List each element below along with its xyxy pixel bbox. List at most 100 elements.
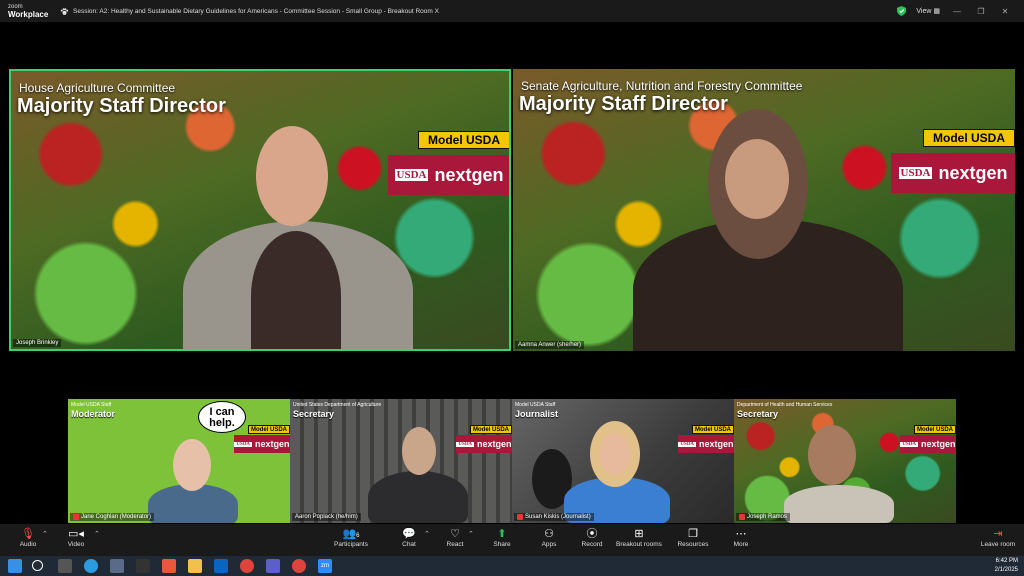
participant-name-text: Joseph Ramos <box>747 514 788 520</box>
task-view-icon[interactable] <box>58 559 72 573</box>
participant-name-text: Aaron Poplack (he/him) <box>295 514 358 520</box>
tile-caption-big: Majority Staff Director <box>519 93 728 115</box>
chrome-icon[interactable] <box>240 559 254 573</box>
audio-button[interactable]: 🎙 Audio <box>14 527 42 548</box>
participants-label: Participants <box>334 541 368 548</box>
usda-logo: USDA <box>456 441 475 447</box>
participants-button[interactable]: 👥6 Participants <box>330 527 372 548</box>
usda-nextgen-badge: USDA nextgen <box>678 435 734 453</box>
leave-room-button[interactable]: ⇥ Leave room <box>978 527 1018 548</box>
record-button[interactable]: ⦿ Record <box>578 527 606 548</box>
person-body <box>784 485 894 523</box>
heart-icon: ♡ <box>450 528 460 540</box>
breakout-rooms-icon: ⊞ <box>634 528 644 540</box>
meeting-toolbar: 🎙 Audio ⌃ ▭◂ Video ⌃ 👥6 Participants 💬 Chat … <box>0 524 1024 556</box>
person-head <box>600 433 630 475</box>
tile-subtitle: Model USDA Staff <box>515 402 556 408</box>
view-button[interactable]: View ▦ <box>916 7 940 15</box>
grid-icon: ▦ <box>933 8 940 15</box>
usda-nextgen-badge: USDA nextgen <box>456 435 512 453</box>
mail-icon[interactable] <box>136 559 150 573</box>
title-bar-controls: View ▦ — ❐ ✕ <box>897 0 1024 22</box>
breakout-label: Breakout rooms <box>616 541 662 548</box>
encryption-shield-icon[interactable] <box>897 6 907 16</box>
usda-logo: USDA <box>898 167 933 179</box>
apps-icon: ⚇ <box>544 528 554 540</box>
nextgen-logo: nextgen <box>699 439 734 449</box>
title-bar: zoom Workplace Session: A2: Healthy and … <box>0 0 1024 22</box>
video-label: Video <box>67 541 85 548</box>
video-tile-joseph-brinkley[interactable]: House Agriculture Committee Majority Sta… <box>9 69 511 351</box>
teams-icon[interactable] <box>266 559 280 573</box>
maximize-button[interactable]: ❐ <box>974 7 988 16</box>
audio-options-chevron-icon[interactable]: ⌃ <box>42 530 48 538</box>
windows-start-icon[interactable] <box>8 559 22 573</box>
mic-muted-icon: 🎙 <box>21 528 35 540</box>
video-tile-aamna-anwer[interactable]: Senate Agriculture, Nutrition and Forest… <box>513 69 1015 351</box>
session-title: Session: A2: Healthy and Sustainable Die… <box>73 7 439 15</box>
model-usda-badge: Model USDA <box>914 425 956 434</box>
search-icon[interactable] <box>32 560 43 571</box>
model-usda-badge: Model USDA <box>418 131 509 149</box>
app-icon[interactable] <box>162 559 176 573</box>
react-button[interactable]: ♡ React <box>442 527 468 548</box>
close-button[interactable]: ✕ <box>998 7 1012 16</box>
clock-time: 6:42 PM <box>995 558 1018 564</box>
person-head <box>173 439 211 491</box>
brand-line2: Workplace <box>8 10 49 19</box>
meeting-stage: House Agriculture Committee Majority Sta… <box>0 22 1024 524</box>
file-explorer-icon[interactable] <box>188 559 202 573</box>
apps-button[interactable]: ⚇ Apps <box>536 527 562 548</box>
share-screen-icon: ⬆ <box>497 528 507 540</box>
store-icon[interactable] <box>110 559 124 573</box>
tile-role: Secretary <box>293 409 335 419</box>
react-label: React <box>446 541 464 548</box>
participant-name-text: Susan Kiskis (Journalist) <box>525 514 591 520</box>
zoom-taskbar-icon[interactable]: zm <box>318 559 332 573</box>
outlook-icon[interactable] <box>214 559 228 573</box>
nextgen-logo: nextgen <box>938 162 1008 183</box>
tile-subtitle: United States Department of Agriculture <box>293 402 382 408</box>
breakout-rooms-button[interactable]: ⊞ Breakout rooms <box>614 527 664 548</box>
video-tile-susan-kiskis[interactable]: Model USDA Staff Journalist Model USDA U… <box>512 399 734 523</box>
usda-logo: USDA <box>900 441 919 447</box>
tile-role: Journalist <box>515 409 559 419</box>
resources-button[interactable]: ❐ Resources <box>674 527 712 548</box>
participant-name: Aaron Poplack (he/him) <box>292 513 361 521</box>
participant-name-text: Jane Coghlan (Moderator) <box>81 514 152 520</box>
usda-nextgen-badge: USDA nextgen <box>388 155 509 195</box>
more-label: More <box>733 541 749 548</box>
resources-icon: ❐ <box>688 528 698 540</box>
share-button[interactable]: ⬆ Share <box>488 527 516 548</box>
system-clock[interactable]: 6:42 PM 2/1/2025 <box>995 557 1018 575</box>
chat-button[interactable]: 💬 Chat <box>396 527 422 548</box>
clock-date: 2/1/2025 <box>994 567 1018 573</box>
video-button[interactable]: ▭◂ Video <box>62 527 90 548</box>
edge-icon[interactable] <box>84 559 98 573</box>
audio-label: Audio <box>19 541 37 548</box>
participant-name: Jane Coghlan (Moderator) <box>70 513 155 521</box>
person-head <box>402 427 436 475</box>
minimize-button[interactable]: — <box>950 7 964 16</box>
react-options-chevron-icon[interactable]: ⌃ <box>468 530 474 538</box>
nextgen-logo: nextgen <box>477 439 512 449</box>
video-tile-aaron-poplack[interactable]: United States Department of Agriculture … <box>290 399 512 523</box>
more-button[interactable]: ⋯ More <box>728 527 754 548</box>
zoom-logo: zoom Workplace <box>0 3 60 19</box>
video-options-chevron-icon[interactable]: ⌃ <box>94 530 100 538</box>
usda-nextgen-badge: USDA nextgen <box>234 435 290 453</box>
muted-mic-icon <box>517 514 523 520</box>
chrome-icon-2[interactable] <box>292 559 306 573</box>
video-tile-jane-coghlan[interactable]: Model USDA Staff Moderator I can help. M… <box>68 399 290 523</box>
record-icon: ⦿ <box>586 528 598 540</box>
video-tile-joseph-ramos[interactable]: Department of Health and Human Services … <box>734 399 956 523</box>
participant-name: Joseph Ramos <box>736 513 791 521</box>
video-camera-icon: ▭◂ <box>68 528 84 540</box>
person-body <box>368 471 468 523</box>
tile-subtitle: Model USDA Staff <box>71 402 112 408</box>
chat-options-chevron-icon[interactable]: ⌃ <box>424 530 430 538</box>
usda-nextgen-badge: USDA nextgen <box>900 435 956 453</box>
tile-role: Moderator <box>71 409 116 419</box>
more-icon: ⋯ <box>735 528 747 540</box>
model-usda-badge: Model USDA <box>923 129 1015 147</box>
